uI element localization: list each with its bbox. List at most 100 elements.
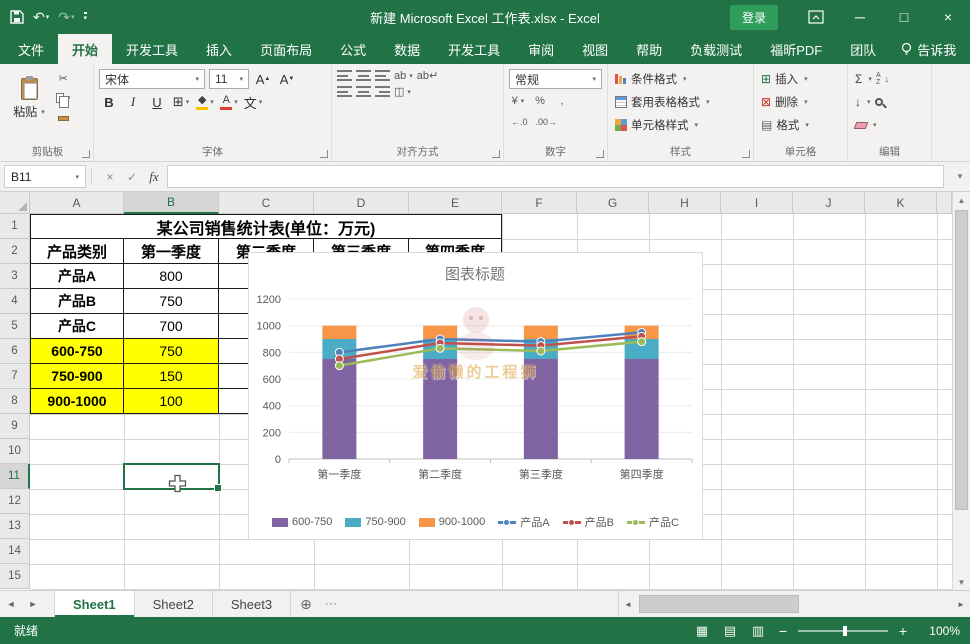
wrap-text-button[interactable]: ab↵ [417, 69, 438, 82]
conditional-formatting-button[interactable]: 条件格式▾ [613, 69, 748, 89]
insert-function-button[interactable]: fx [143, 162, 165, 191]
row-header-8[interactable]: 8 [0, 389, 30, 414]
maximize-button[interactable]: □ [882, 0, 926, 34]
row-header-3[interactable]: 3 [0, 264, 30, 289]
column-header-I[interactable]: I [721, 192, 793, 214]
cell-B7[interactable]: 150 [124, 364, 219, 389]
ribbon-display-options-button[interactable] [794, 0, 838, 34]
cell-B4[interactable]: 750 [124, 289, 219, 314]
cell-B2[interactable]: 第一季度 [124, 239, 219, 264]
undo-button[interactable]: ↶▾ [33, 9, 49, 26]
select-all-button[interactable] [0, 192, 30, 214]
number-format-select[interactable]: 常规▾ [509, 69, 602, 89]
row-header-10[interactable]: 10 [0, 439, 30, 464]
styles-dialog-launcher[interactable] [742, 150, 750, 158]
login-button[interactable]: 登录 [730, 5, 778, 30]
page-break-view-button[interactable]: ▥ [748, 623, 768, 639]
tab-页面布局[interactable]: 页面布局 [246, 34, 326, 64]
vertical-scroll-thumb[interactable] [955, 210, 968, 510]
horizontal-scrollbar[interactable]: ◄ ► [618, 591, 970, 617]
cell-A5[interactable]: 产品C [30, 314, 124, 339]
selection-B11[interactable] [123, 463, 220, 490]
format-cells-button[interactable]: ▤格式▾ [759, 115, 842, 135]
row-header-12[interactable]: 12 [0, 489, 30, 514]
merge-center-button[interactable]: ◫▾ [394, 85, 411, 98]
shrink-font-button[interactable]: A▼ [277, 69, 297, 89]
cell-B5[interactable]: 700 [124, 314, 219, 339]
bar-600-750-第三季度[interactable] [524, 359, 558, 459]
font-size-select[interactable]: 11▾ [209, 69, 249, 89]
sheet-tab-Sheet2[interactable]: Sheet2 [135, 591, 213, 617]
bottom-align-button[interactable] [375, 70, 390, 81]
delete-cells-button[interactable]: ⊠删除▾ [759, 92, 842, 112]
row-header-11[interactable]: 11 [0, 464, 30, 489]
column-header-D[interactable]: D [314, 192, 409, 214]
tab-数据[interactable]: 数据 [380, 34, 434, 64]
percent-style-button[interactable]: % [531, 92, 549, 110]
bar-600-750-第二季度[interactable] [423, 359, 457, 459]
underline-button[interactable]: U [147, 92, 167, 112]
cell-A2[interactable]: 产品类别 [30, 239, 124, 264]
formula-input[interactable] [167, 165, 944, 188]
row-header-7[interactable]: 7 [0, 364, 30, 389]
column-header-C[interactable]: C [219, 192, 314, 214]
scroll-right-arrow[interactable]: ► [952, 591, 970, 617]
column-header-J[interactable]: J [793, 192, 865, 214]
bar-600-750-第一季度[interactable] [322, 359, 356, 459]
row-header-15[interactable]: 15 [0, 564, 30, 589]
column-header-E[interactable]: E [409, 192, 502, 214]
accounting-format-button[interactable]: ¥▾ [509, 92, 527, 110]
normal-view-button[interactable]: ▦ [692, 623, 712, 639]
save-button[interactable] [10, 10, 24, 24]
tab-负载测试[interactable]: 负载测试 [676, 34, 756, 64]
tab-公式[interactable]: 公式 [326, 34, 380, 64]
clear-button[interactable] [854, 122, 869, 129]
font-name-select[interactable]: 宋体▾ [99, 69, 205, 89]
column-header-B[interactable]: B [124, 192, 219, 214]
customize-quick-access-button[interactable]: ▾ [84, 12, 88, 22]
sheet-tab-Sheet3[interactable]: Sheet3 [213, 591, 291, 617]
tab-帮助[interactable]: 帮助 [622, 34, 676, 64]
column-header-F[interactable]: F [502, 192, 577, 214]
align-right-button[interactable] [375, 86, 390, 97]
tab-福昕PDF[interactable]: 福昕PDF [756, 34, 836, 64]
grow-font-button[interactable]: A▲ [253, 69, 273, 89]
phonetic-guide-button[interactable]: 文▾ [243, 92, 263, 112]
cell-B6[interactable]: 750 [124, 339, 219, 364]
horizontal-scroll-thumb[interactable] [639, 595, 799, 613]
bar-900-1000-第三季度[interactable] [524, 326, 558, 339]
column-header-A[interactable]: A [30, 192, 124, 214]
fill-button[interactable]: ↓ [855, 96, 861, 108]
row-header-13[interactable]: 13 [0, 514, 30, 539]
align-left-button[interactable] [337, 86, 352, 97]
sheet-tab-Sheet1[interactable]: Sheet1 [55, 591, 135, 617]
page-layout-view-button[interactable]: ▤ [720, 623, 740, 639]
scroll-down-arrow[interactable]: ▼ [953, 574, 970, 590]
insert-cells-button[interactable]: ⊞插入▾ [759, 69, 842, 89]
row-header-14[interactable]: 14 [0, 539, 30, 564]
close-button[interactable]: × [926, 0, 970, 34]
sort-filter-button[interactable]: AZ [876, 72, 881, 86]
decrease-decimal-button[interactable]: .00→ [534, 113, 560, 131]
font-dialog-launcher[interactable] [320, 150, 328, 158]
tab-审阅[interactable]: 审阅 [514, 34, 568, 64]
cell-A6[interactable]: 600-750 [30, 339, 124, 364]
enter-icon[interactable]: ✓ [121, 162, 143, 191]
cell-A3[interactable]: 产品A [30, 264, 124, 289]
sheet-nav-right-arrow[interactable]: ► [22, 591, 44, 617]
cancel-icon[interactable]: × [99, 162, 121, 191]
cell-styles-button[interactable]: 单元格样式▾ [613, 115, 748, 135]
horizontal-scroll-track[interactable] [637, 591, 952, 617]
find-select-button[interactable] [875, 98, 883, 106]
cell-B3[interactable]: 800 [124, 264, 219, 289]
cell-B8[interactable]: 100 [124, 389, 219, 414]
row-header-5[interactable]: 5 [0, 314, 30, 339]
bold-button[interactable]: B [99, 92, 119, 112]
row-header-2[interactable]: 2 [0, 239, 30, 264]
zoom-slider-thumb[interactable] [843, 626, 847, 636]
zoom-in-button[interactable]: + [896, 623, 910, 639]
clipboard-dialog-launcher[interactable] [82, 150, 90, 158]
align-center-button[interactable] [356, 86, 371, 97]
legend-item-900-1000[interactable]: 900-1000 [419, 516, 486, 528]
middle-align-button[interactable] [356, 70, 371, 81]
